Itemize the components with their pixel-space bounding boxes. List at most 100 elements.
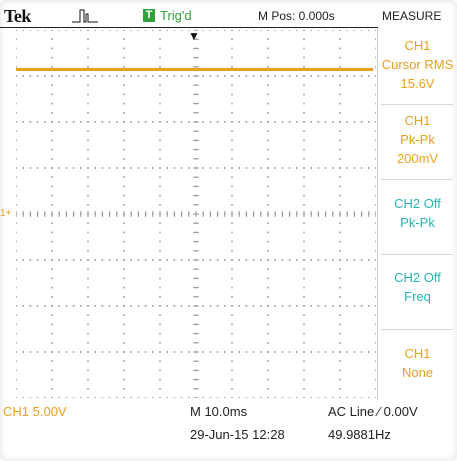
measure-source: CH2 Off (394, 196, 441, 211)
measure-value: 200mV (396, 151, 439, 166)
grid-dot (296, 167, 298, 169)
trigger-frequency-readout: 49.9881Hz (328, 427, 391, 442)
grid-dot (137, 75, 140, 77)
grid-dot (36, 75, 39, 77)
grid-dot (332, 397, 334, 398)
grid-dot (267, 314, 269, 316)
grid-dot (245, 259, 248, 261)
grid-dot (51, 369, 53, 372)
grid-dot (260, 30, 262, 31)
grid-dot (368, 75, 370, 77)
grid-dot (16, 30, 17, 31)
grid-dot (16, 139, 17, 142)
grid-dot (173, 305, 176, 307)
grid-dot (332, 259, 334, 261)
grid-dot (58, 75, 60, 77)
grid-dot (231, 130, 233, 132)
grid-dot (51, 167, 53, 169)
grid-dot (346, 75, 348, 77)
grid-dot (29, 75, 32, 77)
grid-dot (231, 351, 233, 353)
grid-dot (87, 388, 89, 390)
grid-dot (80, 305, 82, 307)
grid-dot (51, 148, 53, 151)
grid-dot (231, 342, 233, 344)
grid-dot (339, 204, 341, 206)
measure-slot-4[interactable]: CH2 Off Freq (378, 268, 457, 306)
ch1-ground-marker: 1+ (0, 208, 12, 219)
slot-divider (381, 104, 453, 105)
grid-dot (137, 305, 140, 307)
grid-dot (36, 167, 39, 169)
grid-dot (288, 30, 291, 31)
grid-dot (375, 194, 376, 197)
grid-dot (324, 75, 327, 77)
grid-dot (159, 369, 161, 372)
grid-dot (51, 194, 53, 197)
grid-dot (216, 397, 219, 398)
grid-dot (130, 75, 132, 77)
grid-dot (281, 259, 284, 261)
grid-dot (101, 121, 104, 123)
grid-dot (324, 30, 327, 31)
grid-dot (72, 30, 75, 31)
grid-dot (36, 351, 39, 353)
grid-dot (267, 167, 269, 169)
grid-dot (22, 75, 24, 77)
grid-dot (51, 75, 53, 77)
grid-dot (94, 259, 96, 261)
measure-slot-5[interactable]: CH1 None (378, 344, 457, 382)
grid-dot (375, 66, 376, 68)
measure-slot-2[interactable]: CH1 Pk-Pk 200mV (378, 111, 457, 168)
grid-dot (231, 112, 233, 114)
grid-dot (152, 305, 154, 307)
grid-dot (137, 30, 140, 31)
grid-dot (375, 176, 376, 178)
grid-dot (44, 397, 46, 398)
grid-dot (159, 240, 161, 243)
grid-dot (188, 167, 190, 169)
grid-dot (87, 47, 89, 50)
grid-dot (339, 30, 341, 31)
measurement-panel: CH1 Cursor RMS 15.6V CH1 Pk-Pk 200mV CH2… (378, 28, 457, 410)
grid-dot (353, 305, 356, 307)
grid-dot (303, 277, 305, 280)
grid-dot (22, 397, 24, 398)
grid-dot (144, 75, 147, 77)
grid-dot (137, 397, 140, 398)
grid-dot (87, 102, 89, 105)
grid-dot (94, 351, 96, 353)
grid-dot (87, 139, 89, 142)
grid-dot (339, 296, 341, 298)
grid-dot (65, 259, 68, 261)
grid-dot (274, 75, 276, 77)
grid-dot (310, 305, 312, 307)
oscilloscope-screen: Tek T Trig'd M Pos: 0.000s MEASURE ▼ 1+ … (0, 0, 457, 461)
measure-slot-1[interactable]: CH1 Cursor RMS 15.6V (378, 36, 457, 93)
grid-dot (274, 259, 276, 261)
grid-dot (123, 388, 125, 390)
grid-dot (51, 332, 53, 335)
grid-dot (267, 277, 269, 280)
grid-dot (332, 305, 334, 307)
grid-dot (16, 75, 17, 77)
measure-slot-3[interactable]: CH2 Off Pk-Pk (378, 194, 457, 232)
grid-dot (101, 75, 104, 77)
grid-dot (144, 121, 147, 123)
grid-dot (339, 47, 341, 50)
grid-dot (303, 56, 305, 59)
grid-dot (267, 204, 269, 206)
grid-dot (303, 240, 305, 243)
grid-dot (116, 167, 118, 169)
grid-dot (288, 75, 291, 77)
grid-dot (368, 397, 370, 398)
grid-dot (116, 397, 118, 398)
grid-dot (360, 259, 363, 261)
grid-dot (87, 38, 89, 40)
grid-dot (231, 296, 233, 298)
grid-dot (159, 130, 161, 132)
grid-dot (72, 121, 75, 123)
grid-dot (159, 30, 161, 31)
grid-dot (238, 351, 240, 353)
grid-dot (339, 314, 341, 316)
